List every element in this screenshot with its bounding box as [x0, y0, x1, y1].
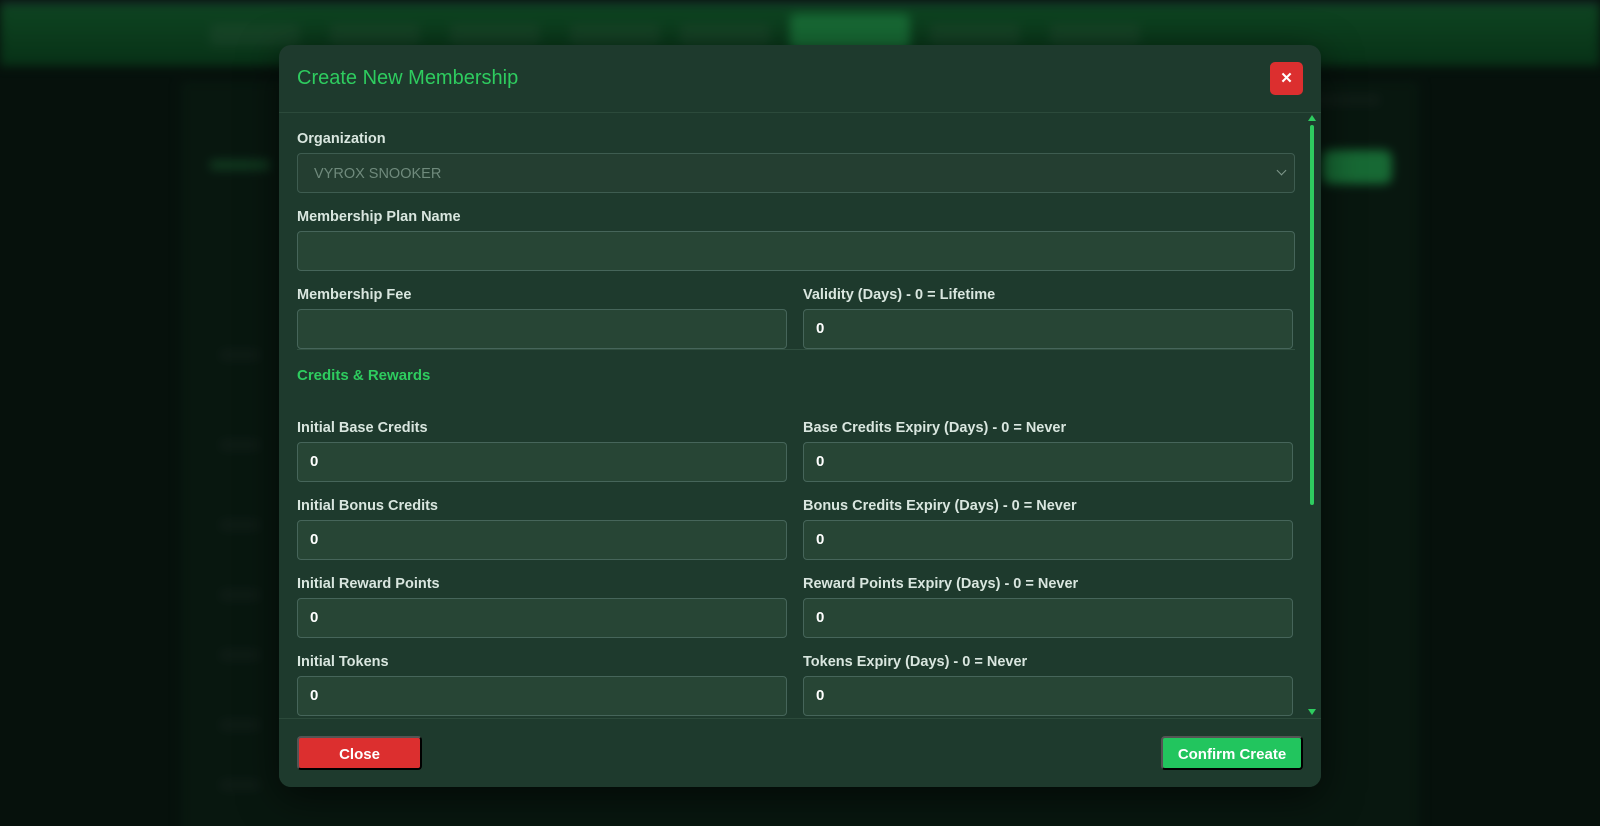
plan-name-label: Membership Plan Name: [297, 209, 461, 225]
tokens-label: Initial Tokens: [297, 654, 389, 670]
membership-fee-input[interactable]: [297, 309, 787, 349]
reward-points-label: Initial Reward Points: [297, 576, 440, 592]
close-icon-button[interactable]: ✕: [1270, 62, 1303, 95]
confirm-create-button[interactable]: Confirm Create: [1161, 736, 1303, 770]
close-button[interactable]: Close: [297, 736, 422, 770]
bonus-credits-label: Initial Bonus Credits: [297, 498, 438, 514]
tokens-input[interactable]: 0: [297, 676, 787, 716]
base-credits-expiry-label: Base Credits Expiry (Days) - 0 = Never: [803, 420, 1067, 436]
base-credits-expiry-input[interactable]: 0: [803, 442, 1293, 482]
credits-rewards-heading: Credits & Rewards: [297, 367, 431, 384]
tokens-expiry-input[interactable]: 0: [803, 676, 1293, 716]
modal-header: Create New Membership ✕: [279, 45, 1321, 113]
validity-input[interactable]: 0: [803, 309, 1293, 349]
plan-name-input[interactable]: [297, 231, 1295, 271]
modal-title: Create New Membership: [297, 67, 519, 89]
base-credits-input[interactable]: 0: [297, 442, 787, 482]
reward-points-expiry-input[interactable]: 0: [803, 598, 1293, 638]
bonus-credits-expiry-input[interactable]: 0: [803, 520, 1293, 560]
organization-label: Organization: [297, 131, 386, 147]
create-membership-modal: Create New Membership ✕ Organization VYR…: [279, 45, 1321, 787]
close-icon: ✕: [1280, 70, 1293, 87]
membership-fee-label: Membership Fee: [297, 287, 412, 303]
scrollbar-thumb[interactable]: [1310, 125, 1314, 505]
chevron-down-icon: [1276, 165, 1287, 176]
organization-value: VYROX SNOOKER: [314, 166, 442, 182]
bonus-credits-expiry-label: Bonus Credits Expiry (Days) - 0 = Never: [803, 498, 1077, 514]
organization-select[interactable]: VYROX SNOOKER: [297, 153, 1295, 193]
reward-points-input[interactable]: 0: [297, 598, 787, 638]
scroll-up-arrow-icon[interactable]: [1308, 115, 1316, 121]
section-divider: [297, 349, 1295, 350]
bonus-credits-input[interactable]: 0: [297, 520, 787, 560]
scroll-down-arrow-icon[interactable]: [1308, 709, 1316, 715]
base-credits-label: Initial Base Credits: [297, 420, 428, 436]
reward-points-expiry-label: Reward Points Expiry (Days) - 0 = Never: [803, 576, 1079, 592]
modal-scrollbar[interactable]: [1307, 115, 1317, 715]
modal-footer: Close Confirm Create: [279, 718, 1321, 787]
modal-body[interactable]: Organization VYROX SNOOKER Membership Pl…: [279, 114, 1303, 764]
validity-label: Validity (Days) - 0 = Lifetime: [803, 287, 996, 303]
tokens-expiry-label: Tokens Expiry (Days) - 0 = Never: [803, 654, 1028, 670]
